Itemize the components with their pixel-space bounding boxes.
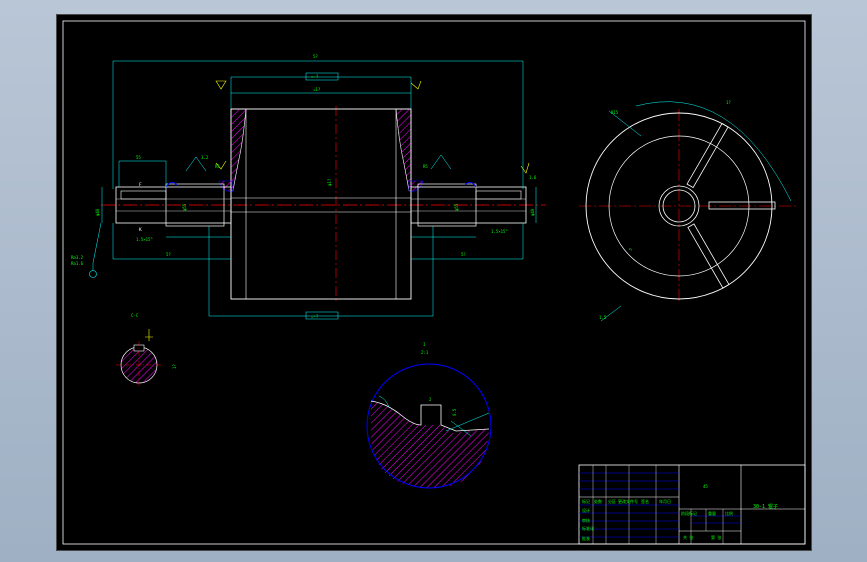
left-mark-f: F	[139, 182, 142, 188]
detail-scale: 2:1	[421, 350, 429, 355]
detail-label: I	[423, 342, 426, 347]
material-label: 45	[703, 484, 708, 489]
slot-dim-2-label: 1.5	[599, 315, 607, 320]
roughness-note-2: Ra1.6	[71, 261, 84, 266]
rev-label-3: 更改文件号	[618, 498, 638, 504]
arc-dim-label: 1?	[726, 100, 731, 105]
sheet-label: 第 张	[711, 534, 721, 540]
core-dia-label: φ1?	[327, 178, 332, 186]
title-block: 45 30-1 辊子 标记 处数 分区 更改文件号 签名 年月日 设计 审核 标…	[578, 464, 806, 545]
roughness-note: Ra3.2	[71, 255, 84, 260]
approver-label: 批准	[582, 535, 590, 541]
small-dia-label: φ40	[95, 208, 100, 216]
right-shaft-dia-label: φ55	[454, 203, 459, 211]
overall-length-label: 5?	[313, 54, 318, 59]
chamfer-left-label: 1.5×15°	[136, 237, 153, 242]
section-cc-dim: 1?	[172, 364, 177, 369]
stage-label: 阶段标记	[681, 510, 697, 516]
radius-left-label: R5	[215, 164, 220, 169]
detail-i: I 2:1 2 0.5	[366, 342, 492, 489]
dimension-lines	[92, 60, 537, 317]
cad-drawing: 5? =-? =1? φ1? 5? 5? 55 φ55 φ55 φ40 φ40 …	[62, 20, 806, 545]
key-length-label: 55	[136, 155, 141, 160]
scale-label: 比例	[725, 510, 733, 516]
drum-body	[230, 108, 412, 300]
slot-dim-label: 5	[628, 246, 634, 251]
r-mark-2-label: 3.2	[201, 155, 209, 160]
top-width-label: =-?	[311, 74, 319, 79]
arc-dim-2-label: R15	[611, 110, 619, 115]
roller-side-view: 1? R15 5 1.5	[579, 100, 796, 322]
left-shaft-dia-label: φ55	[182, 203, 187, 211]
right-span-label: 5?	[461, 252, 466, 257]
section-cc: C-C 1?	[116, 313, 177, 387]
left-wall-hatch	[230, 108, 247, 192]
rev-label-2: 分区	[608, 498, 616, 504]
drawing-sheet: 5? =-? =1? φ1? 5? 5? 55 φ55 φ55 φ40 φ40 …	[56, 14, 812, 551]
left-mark-k: K	[139, 227, 142, 233]
rev-label-0: 标记	[582, 498, 590, 504]
rev-label-1: 处数	[594, 498, 602, 504]
small-dia-r-label: φ40	[530, 208, 535, 216]
checker-label: 审核	[582, 517, 590, 523]
radius-right-label: R5	[423, 164, 428, 169]
chamfer-right-label: 1.5×15°	[491, 229, 508, 234]
r-mark-label: 1.6	[529, 175, 537, 180]
drawing-name: 30-1 辊子	[753, 503, 778, 510]
sheets-label: 共 张	[683, 534, 693, 540]
section-cc-label: C-C	[131, 313, 139, 318]
bottom-width-label: =-?	[311, 314, 319, 319]
detail-dim-2: 0.5	[452, 408, 457, 416]
right-wall-hatch	[395, 108, 412, 192]
rev-label-5: 年月日	[659, 498, 671, 504]
rev-label-4: 签名	[641, 498, 649, 504]
left-span-label: 5?	[166, 252, 171, 257]
detail-dim: 2	[429, 397, 432, 402]
designer-label: 设计	[582, 507, 590, 513]
roller-main-view: 5? =-? =1? φ1? 5? 5? 55 φ55 φ55 φ40 φ40 …	[71, 54, 546, 320]
standard-label: 标准化	[582, 525, 594, 531]
weight-label: 重量	[708, 510, 716, 516]
inner-width-label: =1?	[313, 87, 321, 92]
